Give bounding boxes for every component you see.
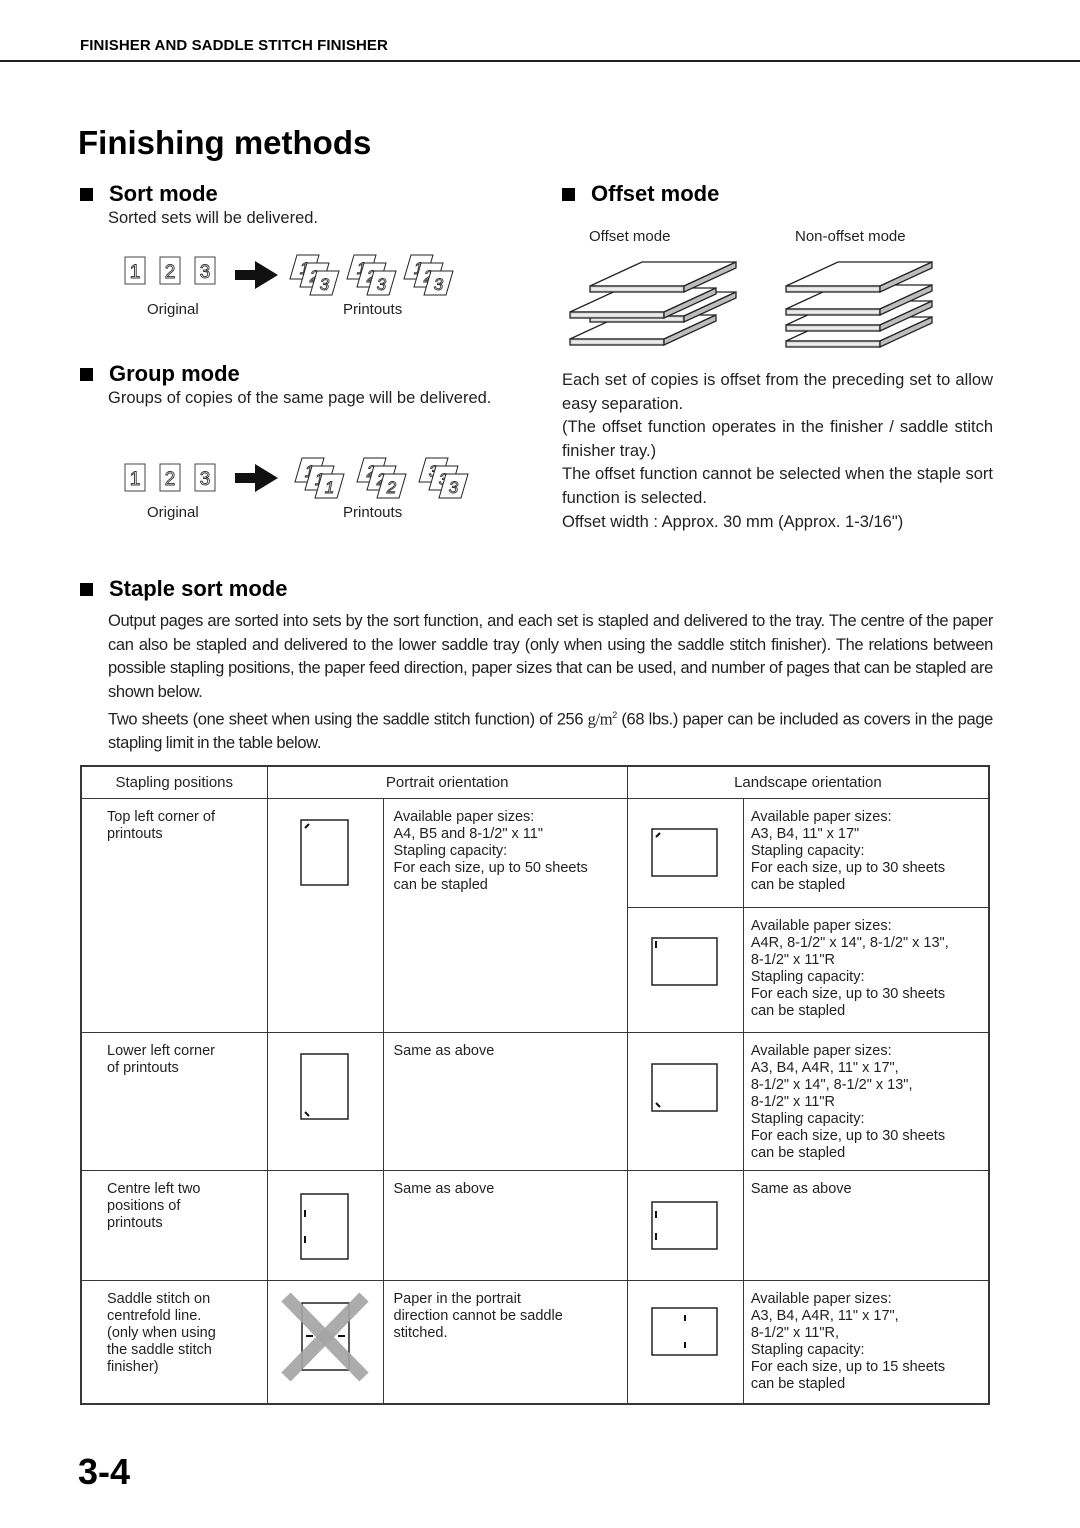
non-offset-mode-caption: Non-offset mode bbox=[795, 228, 906, 245]
landscape-text-cell: Same as above bbox=[742, 1169, 990, 1281]
page-number-glyph: 1 bbox=[325, 478, 334, 497]
table-row: Saddle stitch on centrefold line. (only … bbox=[80, 1279, 990, 1405]
staple-sort-text: Output pages are sorted into sets by the… bbox=[108, 610, 993, 756]
page-number-glyph: 1 bbox=[130, 469, 141, 490]
staple-sort-paragraph-2: Two sheets (one sheet when using the sad… bbox=[108, 704, 993, 756]
page-number-glyph: 3 bbox=[434, 275, 444, 294]
stapling-position-cell: Centre left two positions of printouts bbox=[80, 1169, 268, 1281]
sort-original-caption: Original bbox=[147, 301, 199, 318]
offset-mode-heading: Offset mode bbox=[562, 181, 719, 207]
page-number-glyph: 3 bbox=[320, 275, 330, 294]
portrait-text-cell: Paper in the portrait direction cannot b… bbox=[382, 1279, 628, 1405]
landscape-staple-centre-left-two-icon bbox=[651, 1200, 719, 1250]
square-bullet-icon bbox=[80, 367, 93, 381]
offset-paragraph: The offset function cannot be selected w… bbox=[562, 465, 993, 507]
portrait-icon-cell bbox=[266, 797, 384, 1033]
offset-paragraph: Each set of copies is offset from the pr… bbox=[562, 371, 993, 413]
group-mode-heading: Group mode bbox=[80, 361, 240, 387]
sort-printouts-caption: Printouts bbox=[343, 301, 403, 318]
table-header-row: Stapling positions Portrait orientation … bbox=[80, 765, 990, 799]
page-number: 3-4 bbox=[78, 1451, 131, 1492]
landscape-icon-cell bbox=[626, 1169, 744, 1281]
table-row: Lower left corner of printouts Same as a… bbox=[80, 1031, 990, 1171]
portrait-saddle-stitch-not-available-icon bbox=[281, 1291, 369, 1382]
page-number-glyph: 3 bbox=[200, 262, 211, 283]
unit-text: g/m bbox=[587, 709, 613, 729]
landscape-staple-top-left-vertical-icon bbox=[651, 936, 719, 986]
page-number-glyph: 3 bbox=[449, 478, 459, 497]
staple-sort-paragraph-1: Output pages are sorted into sets by the… bbox=[108, 612, 993, 701]
offset-mode-title: Offset mode bbox=[591, 181, 720, 206]
landscape-icon-cell bbox=[626, 797, 744, 908]
table-row: Centre left two positions of printouts S… bbox=[80, 1169, 990, 1281]
portrait-text-cell: Available paper sizes: A4, B5 and 8-1/2"… bbox=[382, 797, 628, 1033]
square-bullet-icon bbox=[80, 187, 93, 201]
landscape-icon-cell bbox=[626, 906, 744, 1033]
landscape-saddle-stitch-centre-icon bbox=[651, 1306, 719, 1356]
page-number-glyph: 2 bbox=[165, 469, 176, 490]
group-mode-diagram: 123 1 1 12 2 23 3 3 bbox=[124, 457, 469, 499]
arrow-right-icon bbox=[235, 261, 278, 289]
square-bullet-icon bbox=[562, 187, 575, 201]
page-number-glyph: 3 bbox=[200, 469, 211, 490]
landscape-staple-lower-left-icon bbox=[651, 1062, 719, 1112]
arrow-right-icon bbox=[235, 464, 278, 492]
landscape-text-cell: Available paper sizes: A3, B4, A4R, 11" … bbox=[742, 1031, 990, 1171]
printout-sets: 1 2 31 2 31 2 3 bbox=[289, 254, 454, 296]
original-pages: 1 2 3 bbox=[124, 256, 216, 285]
staple-sort-mode-heading: Staple sort mode bbox=[80, 576, 287, 602]
landscape-icon-cell bbox=[626, 1279, 744, 1405]
portrait-text-cell: Same as above bbox=[382, 1169, 628, 1281]
stapling-position-cell: Top left corner of printouts bbox=[80, 797, 268, 1033]
non-offset-stack-illustration bbox=[785, 260, 933, 349]
page-title: Finishing methods bbox=[78, 124, 372, 161]
offset-mode-text: Each set of copies is offset from the pr… bbox=[562, 369, 993, 534]
original-pages: 1 2 3 bbox=[124, 463, 216, 492]
landscape-icon-cell bbox=[626, 1031, 744, 1171]
table-row: Top left corner of printouts Available p… bbox=[80, 797, 990, 1033]
landscape-text-cell: Available paper sizes: A4R, 8-1/2" x 14"… bbox=[742, 906, 990, 1033]
page-number-glyph: 2 bbox=[386, 478, 397, 497]
offset-paragraph: (The offset function operates in the fin… bbox=[562, 418, 993, 460]
running-head: FINISHER AND SADDLE STITCH FINISHER bbox=[80, 37, 388, 54]
offset-mode-caption: Offset mode bbox=[589, 228, 671, 245]
group-original-caption: Original bbox=[147, 504, 199, 521]
landscape-text-cell: Available paper sizes: A3, B4, 11" x 17"… bbox=[742, 797, 990, 908]
landscape-text-cell: Available paper sizes: A3, B4, A4R, 11" … bbox=[742, 1279, 990, 1405]
header-portrait-orientation: Portrait orientation bbox=[266, 765, 628, 799]
landscape-staple-top-left-diagonal-icon bbox=[651, 827, 719, 877]
portrait-staple-centre-left-two-icon bbox=[300, 1192, 349, 1260]
portrait-staple-lower-left-icon bbox=[300, 1052, 349, 1120]
offset-paragraph: Offset width : Approx. 30 mm (Approx. 1-… bbox=[562, 512, 904, 531]
group-mode-description: Groups of copies of the same page will b… bbox=[108, 389, 492, 407]
portrait-icon-cell bbox=[266, 1031, 384, 1171]
sort-mode-heading: Sort mode bbox=[80, 181, 218, 207]
header-landscape-orientation: Landscape orientation bbox=[626, 765, 990, 799]
page-number-glyph: 3 bbox=[377, 275, 387, 294]
square-bullet-icon bbox=[80, 582, 93, 596]
group-printouts-caption: Printouts bbox=[343, 504, 403, 521]
page-number-glyph: 1 bbox=[130, 262, 141, 283]
sort-mode-description: Sorted sets will be delivered. bbox=[108, 209, 319, 227]
text-run: Two sheets (one sheet when using the sad… bbox=[108, 710, 588, 729]
page-number-glyph: 2 bbox=[165, 262, 176, 283]
portrait-icon-cell bbox=[266, 1279, 384, 1405]
header-stapling-positions: Stapling positions bbox=[80, 765, 268, 799]
portrait-staple-top-left-icon bbox=[300, 818, 349, 886]
stapling-position-cell: Lower left corner of printouts bbox=[80, 1031, 268, 1171]
staple-sort-mode-title: Staple sort mode bbox=[109, 576, 288, 601]
offset-stack-illustration bbox=[569, 260, 737, 347]
portrait-icon-cell bbox=[266, 1169, 384, 1281]
stapling-position-cell: Saddle stitch on centrefold line. (only … bbox=[80, 1279, 268, 1405]
portrait-text-cell: Same as above bbox=[382, 1031, 628, 1171]
stapling-positions-table: Stapling positions Portrait orientation … bbox=[80, 765, 990, 1405]
printout-sets: 1 1 12 2 23 3 3 bbox=[294, 457, 469, 499]
sort-mode-title: Sort mode bbox=[109, 181, 218, 206]
sort-mode-diagram: 1 2 3 1 2 31 2 31 2 3 bbox=[124, 254, 454, 296]
group-mode-title: Group mode bbox=[109, 361, 240, 386]
header-rule bbox=[0, 60, 1080, 62]
